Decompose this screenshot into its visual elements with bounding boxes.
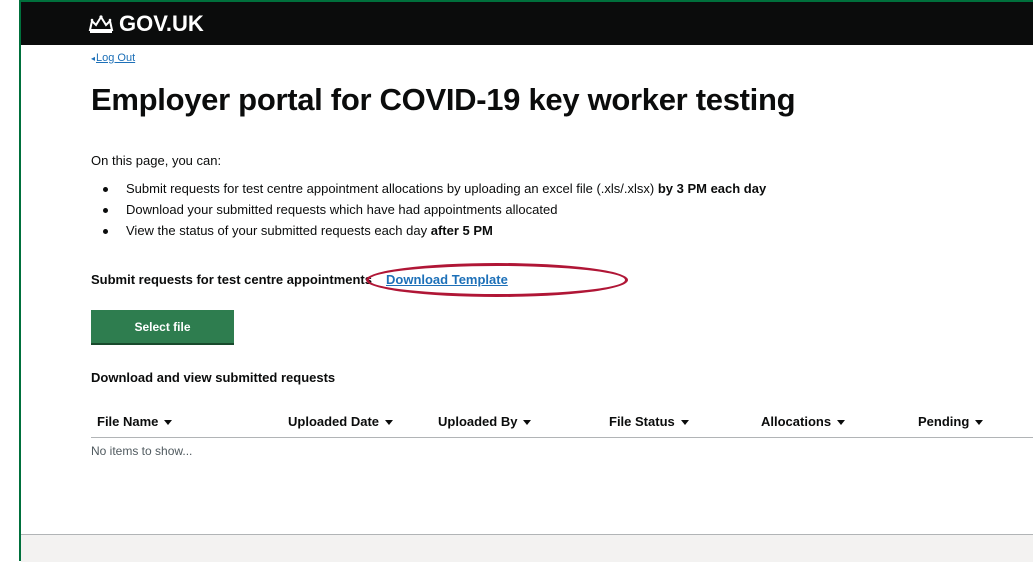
column-header-label: Pending bbox=[918, 414, 970, 429]
crown-icon bbox=[88, 15, 114, 33]
sort-arrow-icon bbox=[385, 420, 394, 426]
column-header-uploaded-date[interactable]: Uploaded Date bbox=[288, 414, 394, 429]
govuk-logo-link[interactable]: GOV.UK bbox=[88, 11, 204, 37]
column-header-pending[interactable]: Pending bbox=[918, 414, 984, 429]
sort-arrow-icon bbox=[975, 420, 984, 426]
intro-text: On this page, you can: bbox=[91, 153, 222, 168]
requests-table: File Name Uploaded Date Uploaded By File… bbox=[91, 409, 1033, 438]
select-file-button[interactable]: Select file bbox=[91, 310, 234, 343]
list-item-text: Download your submitted requests which h… bbox=[126, 202, 558, 217]
list-item: Submit requests for test centre appointm… bbox=[91, 178, 766, 199]
column-header-file-name[interactable]: File Name bbox=[97, 414, 173, 429]
window-border-left bbox=[19, 0, 21, 561]
logout-link[interactable]: ◂Log Out bbox=[91, 52, 135, 64]
table-header: File Name Uploaded Date Uploaded By File… bbox=[91, 409, 1033, 438]
sort-arrow-icon bbox=[523, 420, 532, 426]
column-header-label: Allocations bbox=[761, 414, 832, 429]
logout-label: Log Out bbox=[96, 52, 136, 64]
column-header-uploaded-by[interactable]: Uploaded By bbox=[438, 414, 532, 429]
column-header-allocations[interactable]: Allocations bbox=[761, 414, 846, 429]
empty-table-message: No items to show... bbox=[91, 444, 193, 458]
column-header-file-status[interactable]: File Status bbox=[609, 414, 689, 429]
chevron-left-icon: ◂ bbox=[91, 54, 96, 63]
requests-heading: Download and view submitted requests bbox=[91, 370, 336, 385]
govuk-header: GOV.UK bbox=[21, 2, 1033, 45]
sort-arrow-icon bbox=[837, 420, 846, 426]
submit-row: Submit requests for test centre appointm… bbox=[91, 272, 508, 287]
list-item-emphasis: after 5 PM bbox=[430, 223, 493, 238]
download-template-link[interactable]: Download Template bbox=[386, 272, 508, 287]
list-item: View the status of your submitted reques… bbox=[91, 220, 766, 241]
capabilities-list: Submit requests for test centre appointm… bbox=[91, 178, 766, 241]
list-item-text: View the status of your submitted reques… bbox=[126, 223, 431, 238]
submit-label: Submit requests for test centre appointm… bbox=[91, 272, 372, 287]
brand-text: GOV.UK bbox=[119, 11, 204, 36]
sort-arrow-icon bbox=[164, 420, 173, 426]
page-title: Employer portal for COVID-19 key worker … bbox=[91, 82, 796, 117]
column-header-label: File Name bbox=[97, 414, 159, 429]
sort-arrow-icon bbox=[680, 420, 689, 426]
column-header-label: Uploaded By bbox=[438, 414, 518, 429]
list-item: Download your submitted requests which h… bbox=[91, 199, 766, 220]
footer bbox=[21, 534, 1033, 562]
list-item-text: Submit requests for test centre appointm… bbox=[126, 181, 658, 196]
column-header-label: Uploaded Date bbox=[288, 414, 380, 429]
list-item-emphasis: by 3 PM each day bbox=[657, 181, 767, 196]
column-header-label: File Status bbox=[609, 414, 675, 429]
